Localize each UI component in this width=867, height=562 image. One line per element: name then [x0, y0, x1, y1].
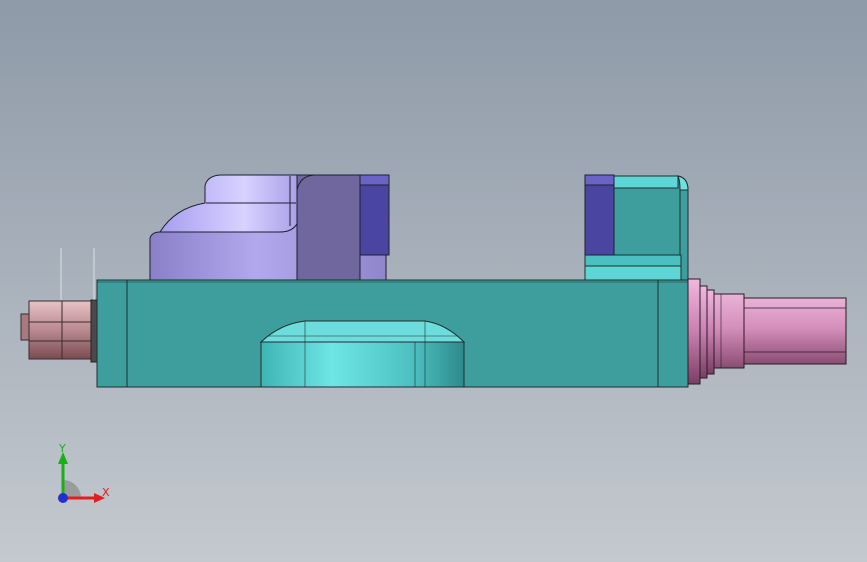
- movable-jaw-pad: [584, 174, 615, 256]
- fixed-jaw[interactable]: [149, 174, 390, 281]
- graphics-viewport[interactable]: Y X: [0, 0, 867, 562]
- x-axis-label: X: [102, 486, 110, 499]
- lead-screw[interactable]: [687, 278, 847, 385]
- hex-nut[interactable]: [20, 248, 98, 363]
- axis-triad: Y X: [50, 440, 120, 510]
- vise-model[interactable]: [0, 0, 867, 562]
- movable-jaw[interactable]: [584, 174, 689, 281]
- fixed-jaw-pad: [359, 174, 390, 256]
- y-axis-label: Y: [59, 442, 66, 455]
- base-pocket: [259, 320, 466, 388]
